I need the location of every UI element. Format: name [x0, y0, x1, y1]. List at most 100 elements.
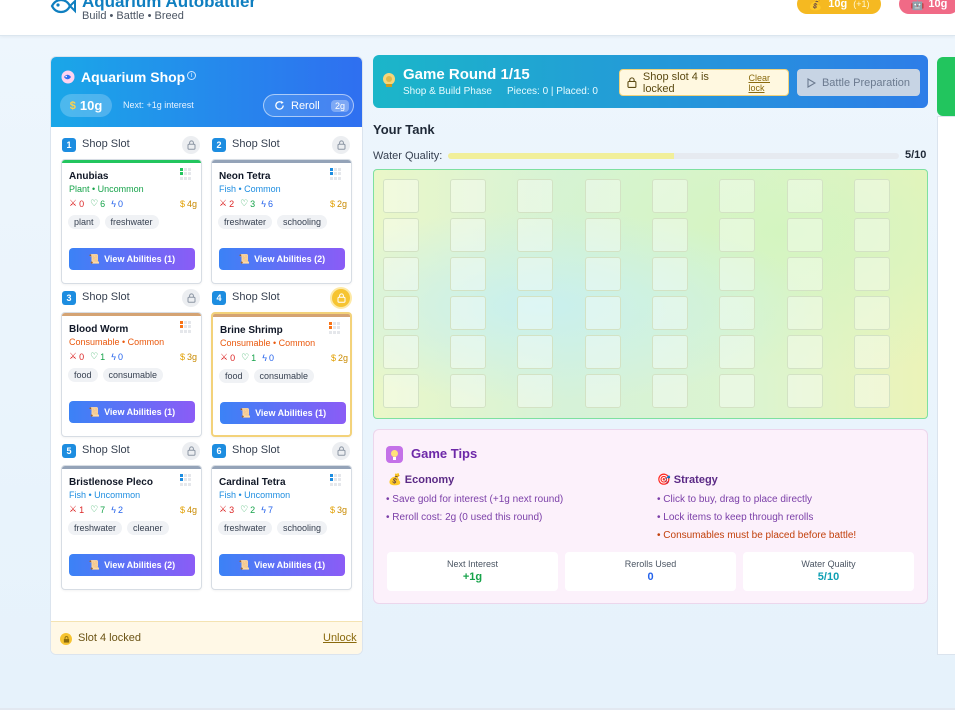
tank-cell[interactable]	[383, 296, 419, 330]
tank-cell[interactable]	[585, 335, 621, 369]
tank-cell[interactable]	[585, 218, 621, 252]
tank-cell[interactable]	[854, 335, 890, 369]
tank-cell[interactable]	[719, 296, 755, 330]
tank-cell[interactable]	[787, 257, 823, 291]
reroll-button[interactable]: Reroll 2g	[263, 94, 354, 117]
tank-cell[interactable]	[652, 335, 688, 369]
play-icon	[807, 77, 816, 88]
slot-lock-button[interactable]	[332, 289, 350, 307]
tank-cell[interactable]	[383, 218, 419, 252]
stat-label: Next Interest	[446, 559, 499, 569]
shop-slot-3: 3 Shop Slot Blood Worm Consumable • Comm…	[61, 288, 202, 438]
tank-cell[interactable]	[517, 335, 553, 369]
slot-lock-button[interactable]	[332, 136, 350, 154]
slot-lock-button[interactable]	[182, 289, 200, 307]
item-card[interactable]: Neon Tetra Fish • Common ⚔ 2 ♡ 3 ϟ6 $2g fr…	[211, 159, 352, 284]
tank-cell[interactable]	[719, 257, 755, 291]
tank-cell[interactable]	[787, 374, 823, 408]
tank-cell[interactable]	[517, 374, 553, 408]
shop-slot-2: 2 Shop Slot Neon Tetra Fish • Common ⚔ 2…	[211, 135, 352, 285]
tank-cell[interactable]	[383, 179, 419, 213]
item-name: Cardinal Tetra	[219, 477, 286, 488]
item-stats: ⚔ 0 ♡ 1 ϟ0 $2g	[220, 352, 348, 363]
tank-cell[interactable]	[652, 374, 688, 408]
tank-cell[interactable]	[787, 218, 823, 252]
view-abilities-button[interactable]: 📜 View Abilities (1)	[69, 248, 195, 270]
bolt-icon: ϟ	[261, 198, 266, 209]
unlock-link[interactable]: Unlock	[323, 632, 357, 644]
tank-cell[interactable]	[450, 257, 486, 291]
tank-cell[interactable]	[652, 296, 688, 330]
unlock-icon	[187, 446, 195, 456]
scroll-icon: 📜	[88, 253, 101, 264]
tank-cell[interactable]	[652, 179, 688, 213]
tank-cell[interactable]	[854, 374, 890, 408]
tank-cell[interactable]	[854, 296, 890, 330]
lock-notice: Shop slot 4 is locked Clear lock	[619, 69, 789, 96]
tank-cell[interactable]	[854, 179, 890, 213]
tank-cell[interactable]	[719, 374, 755, 408]
tank-cell[interactable]	[719, 218, 755, 252]
slot-label: Shop Slot	[82, 444, 130, 456]
view-abilities-button[interactable]: 📜 View Abilities (1)	[69, 401, 195, 423]
tank-cell[interactable]	[719, 179, 755, 213]
tank-cell[interactable]	[585, 374, 621, 408]
item-card[interactable]: Brine Shrimp Consumable • Common ⚔ 0 ♡ 1 ϟ…	[211, 312, 352, 437]
view-abilities-button[interactable]: 📜 View Abilities (2)	[69, 554, 195, 576]
slot-lock-button[interactable]	[182, 442, 200, 460]
item-card[interactable]: Blood Worm Consumable • Common ⚔ 0 ♡ 1 ϟ0 …	[61, 312, 202, 437]
sword-icon: ⚔	[69, 351, 78, 361]
scroll-icon: 📜	[88, 406, 101, 417]
tank-cell[interactable]	[787, 296, 823, 330]
tank-cell[interactable]	[383, 257, 419, 291]
item-name: Neon Tetra	[219, 171, 271, 182]
heart-icon: ♡	[90, 504, 99, 514]
tank-cell[interactable]	[652, 257, 688, 291]
speed-stat: ϟ2	[111, 504, 123, 515]
tank-cell[interactable]	[383, 374, 419, 408]
clear-lock-link[interactable]: Clear lock	[748, 73, 788, 93]
slot-label: Shop Slot	[232, 138, 280, 150]
attack-stat: ⚔ 1	[69, 504, 85, 515]
tank-cell[interactable]	[652, 218, 688, 252]
unlock-icon	[187, 293, 195, 303]
tank-cell[interactable]	[585, 296, 621, 330]
tank-cell[interactable]	[517, 257, 553, 291]
battle-preparation-button[interactable]: Battle Preparation	[797, 69, 920, 96]
tank-grid[interactable]	[373, 169, 928, 419]
strategy-tip-warning: • Consumables must be placed before batt…	[657, 530, 857, 541]
item-name: Brine Shrimp	[220, 325, 283, 336]
item-card[interactable]: Bristlenose Pleco Fish • Uncommon ⚔ 1 ♡ 7 …	[61, 465, 202, 590]
tank-cell[interactable]	[450, 296, 486, 330]
item-stats: ⚔ 1 ♡ 7 ϟ2 $4g	[69, 504, 197, 515]
stat-label: Water Quality	[801, 559, 856, 569]
item-card[interactable]: Cardinal Tetra Fish • Uncommon ⚔ 3 ♡ 2 ϟ7 …	[211, 465, 352, 590]
tank-cell[interactable]	[450, 374, 486, 408]
tank-cell[interactable]	[450, 179, 486, 213]
tank-cell[interactable]	[517, 218, 553, 252]
view-abilities-button[interactable]: 📜 View Abilities (1)	[220, 402, 346, 424]
tank-cell[interactable]	[585, 257, 621, 291]
slot-number: 3	[62, 291, 76, 305]
tank-cell[interactable]	[450, 335, 486, 369]
tank-cell[interactable]	[585, 179, 621, 213]
tank-cell[interactable]	[517, 296, 553, 330]
tank-cell[interactable]	[450, 218, 486, 252]
tank-cell[interactable]	[787, 335, 823, 369]
slot-lock-button[interactable]	[332, 442, 350, 460]
view-abilities-button[interactable]: 📜 View Abilities (2)	[219, 248, 345, 270]
tank-cell[interactable]	[854, 218, 890, 252]
info-icon[interactable]: i	[187, 71, 196, 80]
tank-cell[interactable]	[719, 335, 755, 369]
item-tag: freshwater	[218, 521, 273, 535]
item-card[interactable]: Anubias Plant • Uncommon ⚔ 0 ♡ 6 ϟ0 $4g pl…	[61, 159, 202, 284]
shape-grid-icon	[180, 474, 192, 486]
slot-lock-button[interactable]	[182, 136, 200, 154]
slot-label: Shop Slot	[232, 291, 280, 303]
heart-icon: ♡	[90, 351, 99, 361]
tank-cell[interactable]	[383, 335, 419, 369]
tank-cell[interactable]	[787, 179, 823, 213]
tank-cell[interactable]	[517, 179, 553, 213]
view-abilities-button[interactable]: 📜 View Abilities (1)	[219, 554, 345, 576]
tank-cell[interactable]	[854, 257, 890, 291]
